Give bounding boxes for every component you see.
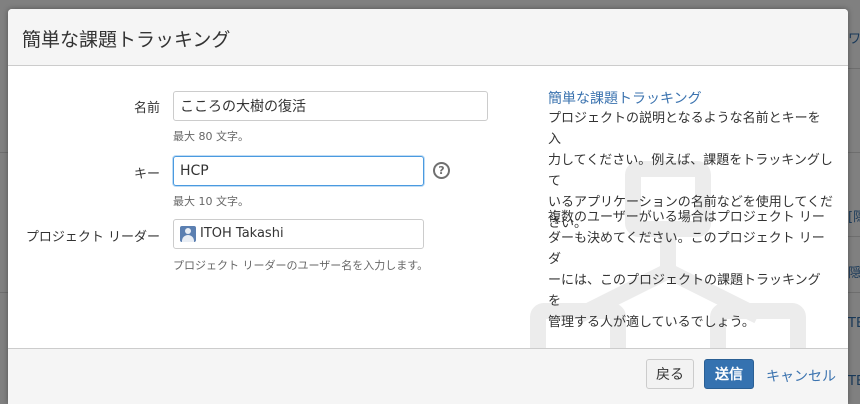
description-line: 複数のユーザーがいる場合はプロジェクト リー xyxy=(548,210,825,225)
backdrop-divider xyxy=(848,292,860,293)
project-lead-value: ITOH Takashi xyxy=(200,226,284,241)
backdrop-fragment: [隠 xyxy=(848,210,860,225)
backdrop-divider xyxy=(0,152,8,153)
description-line: ダーも決めてください。このプロジェクト リーダ xyxy=(548,231,825,267)
submit-button[interactable]: 送信 xyxy=(704,359,754,389)
lead-hint: プロジェクト リーダーのユーザー名を入力します。 xyxy=(173,259,429,272)
backdrop-fragment: TE xyxy=(848,316,860,331)
backdrop-fragment: TE xyxy=(848,374,860,389)
backdrop-divider xyxy=(848,152,860,153)
help-icon[interactable]: ? xyxy=(433,162,450,179)
name-hint: 最大 80 文字。 xyxy=(173,130,249,143)
description-line: 力してください。例えば、課題をトラッキングして xyxy=(548,153,833,189)
dialog-body: 名前 最大 80 文字。 キー ? 最大 10 文字。 プロジェクト リーダー … xyxy=(8,66,848,361)
template-title-link[interactable]: 簡単な課題トラッキング xyxy=(548,88,702,108)
name-label: 名前 xyxy=(133,101,160,116)
lead-label: プロジェクト リーダー xyxy=(25,230,160,245)
key-hint: 最大 10 文字。 xyxy=(173,195,249,208)
description-line: ーには、このプロジェクトの課題トラッキングを xyxy=(548,273,821,309)
backdrop-fragment: ワ xyxy=(848,32,860,47)
dialog-title: 簡単な課題トラッキング xyxy=(22,29,231,51)
dialog-header: 簡単な課題トラッキング xyxy=(8,9,848,66)
backdrop-divider xyxy=(848,68,860,69)
user-avatar-icon xyxy=(180,226,196,242)
key-label: キー xyxy=(133,167,160,182)
project-lead-picker[interactable]: ITOH Takashi xyxy=(173,219,424,249)
project-name-input[interactable] xyxy=(173,91,488,121)
project-key-input[interactable] xyxy=(173,156,424,186)
description-paragraph-2: 複数のユーザーがいる場合はプロジェクト リー ダーも決めてください。このプロジェ… xyxy=(548,207,833,333)
create-project-dialog: 簡単な課題トラッキング 名前 最大 80 文字。 キー ? 最大 10 文字。 … xyxy=(8,9,848,404)
backdrop-fragment: 隠 xyxy=(848,266,860,281)
back-button[interactable]: 戻る xyxy=(646,359,694,389)
dialog-footer: 戻る 送信 キャンセル xyxy=(8,348,848,404)
backdrop-divider xyxy=(0,292,8,293)
cancel-link[interactable]: キャンセル xyxy=(766,366,836,386)
backdrop-divider xyxy=(848,236,860,237)
description-line: プロジェクトの説明となるような名前とキーを入 xyxy=(548,111,821,147)
description-line: 管理する人が適しているでしょう。 xyxy=(548,315,755,330)
